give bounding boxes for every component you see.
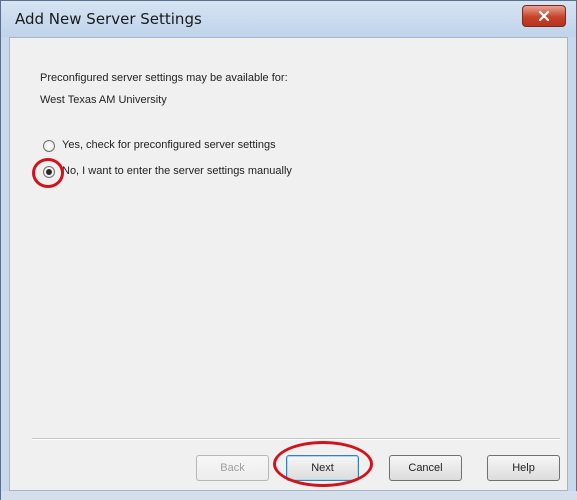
next-button[interactable]: Next [286, 455, 359, 481]
window-title: Add New Server Settings [15, 10, 202, 28]
button-separator [32, 438, 560, 440]
dialog-body: Preconfigured server settings may be ava… [9, 37, 568, 491]
dialog-window: Add New Server Settings Preconfigured se… [0, 0, 577, 500]
back-button[interactable]: Back [196, 455, 269, 481]
radio-no-manual[interactable] [43, 166, 55, 178]
window-bottom-edge [1, 491, 577, 500]
help-button[interactable]: Help [487, 455, 560, 481]
close-button[interactable] [522, 5, 566, 27]
cancel-button[interactable]: Cancel [389, 455, 462, 481]
radio-no-label[interactable]: No, I want to enter the server settings … [62, 165, 292, 177]
radio-yes-label[interactable]: Yes, check for preconfigured server sett… [62, 139, 276, 151]
radio-yes-preconfigured[interactable] [43, 140, 55, 152]
radio-selected-dot [46, 169, 52, 175]
intro-text: Preconfigured server settings may be ava… [40, 72, 288, 84]
close-icon [538, 10, 550, 22]
university-name: West Texas AM University [40, 94, 167, 106]
title-bar[interactable]: Add New Server Settings [1, 1, 576, 37]
